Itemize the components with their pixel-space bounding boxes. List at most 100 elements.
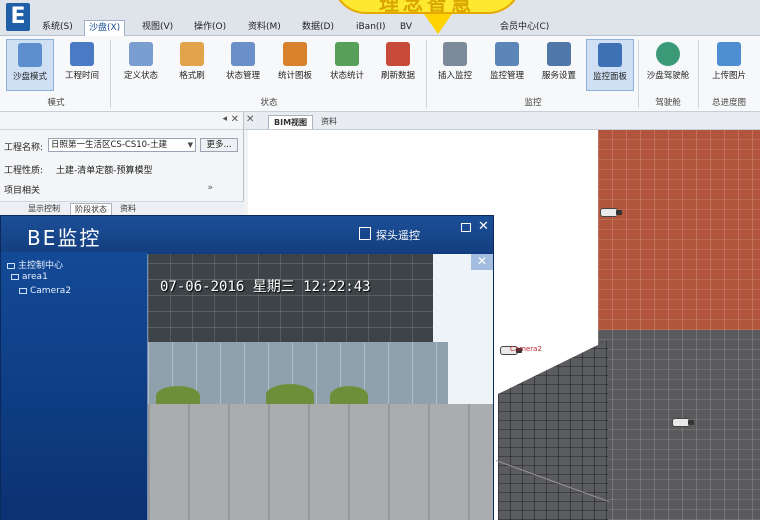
status-stats-icon <box>335 42 359 66</box>
format-brush-button[interactable]: 格式刷 <box>170 39 214 91</box>
group-label-cockpit: 驾驶舱 <box>655 98 681 108</box>
upload-image-label: 上传图片 <box>711 71 746 81</box>
pin-icon[interactable]: ◂ <box>222 114 227 124</box>
tab-stage-status[interactable]: 阶段状态 <box>70 203 112 215</box>
group-label-status: 状态 <box>260 98 278 108</box>
project-time-label: 工程时间 <box>64 71 99 81</box>
menu-tab-material[interactable]: 资料(M) <box>244 20 285 36</box>
service-settings-icon <box>547 42 571 66</box>
video-building <box>148 254 433 344</box>
folder-icon <box>11 273 19 280</box>
status-manage-icon <box>231 42 255 66</box>
more-button[interactable]: 更多... <box>200 138 238 152</box>
group-separator <box>426 40 427 108</box>
menu-tab-system[interactable]: 系统(S) <box>38 20 77 36</box>
stats-board-icon <box>283 42 307 66</box>
insert-camera-button[interactable]: 插入监控 <box>432 39 478 91</box>
upload-image-icon <box>717 42 741 66</box>
app-logo[interactable]: E <box>6 3 30 31</box>
tree-item-area1[interactable]: area1 <box>11 272 48 282</box>
insert-camera-label: 插入监控 <box>437 71 472 81</box>
close-icon[interactable]: ✕ <box>246 114 254 125</box>
tree-item-camera2[interactable]: Camera2 <box>19 286 71 296</box>
status-manage-label: 状态管理 <box>225 71 260 81</box>
menu-tab-sandbox[interactable]: 沙盘(X) <box>84 20 126 36</box>
tab-bim-view[interactable]: BIM视图 <box>268 115 314 129</box>
building-podium-grid <box>498 340 608 520</box>
video-timestamp: 07-06-2016 星期三 12:22:43 <box>160 279 371 295</box>
view-tabs: ✕ BIM视图 资料 <box>244 112 760 130</box>
collapse-icon[interactable]: » <box>207 183 213 193</box>
service-settings-label: 服务设置 <box>541 71 576 81</box>
remote-control-icon <box>359 227 371 240</box>
cockpit-icon <box>656 42 680 66</box>
calendar-icon <box>70 42 94 66</box>
menu-tab-member[interactable]: 会员中心(C) <box>496 20 553 36</box>
building-facade-grid <box>598 130 760 520</box>
menu-tab-data[interactable]: 数据(D) <box>298 20 338 36</box>
video-trees <box>148 382 388 406</box>
define-status-label: 定义状态 <box>123 71 158 81</box>
menu-tab-operation[interactable]: 操作(O) <box>190 20 230 36</box>
tree-item-control-center[interactable]: 主控制中心 <box>7 258 63 271</box>
status-stats-label: 状态统计 <box>329 71 364 81</box>
monitor-title[interactable]: 探头遥控 <box>376 227 420 243</box>
camera-marker-icon[interactable] <box>600 206 622 220</box>
group-separator <box>698 40 699 108</box>
status-manage-button[interactable]: 状态管理 <box>220 39 266 91</box>
menu-tab-bv[interactable]: BV <box>396 20 416 36</box>
ribbon: 沙盘模式 工程时间 定义状态 格式刷 状态管理 统计图板 状态统计 刷新数据 插… <box>0 36 760 112</box>
define-status-button[interactable]: 定义状态 <box>118 39 164 91</box>
define-status-icon <box>129 42 153 66</box>
format-brush-label: 格式刷 <box>179 71 205 81</box>
refresh-data-icon <box>386 42 410 66</box>
stats-board-label: 统计图板 <box>277 71 312 81</box>
stats-board-button[interactable]: 统计图板 <box>272 39 318 91</box>
refresh-data-button[interactable]: 刷新数据 <box>376 39 420 91</box>
sandbox-mode-button[interactable]: 沙盘模式 <box>6 39 54 91</box>
tab-display-control[interactable]: 显示控制 <box>24 203 64 214</box>
close-icon[interactable]: ✕ <box>478 219 489 234</box>
refresh-data-label: 刷新数据 <box>380 71 415 81</box>
tab-view-material[interactable]: 资料 <box>316 115 342 128</box>
monitor-logo: BE监控 <box>27 226 102 250</box>
project-name-select[interactable]: 日照第一生活区CS-CS10-土建 ▼ <box>48 138 196 152</box>
promo-arrow <box>424 14 452 34</box>
cockpit-button[interactable]: 沙盘驾驶舱 <box>642 39 694 91</box>
sandbox-mode-label: 沙盘模式 <box>12 72 47 82</box>
camera-label: Camera2 <box>510 345 542 353</box>
status-stats-button[interactable]: 状态统计 <box>324 39 370 91</box>
group-label-monitor: 监控 <box>524 98 542 108</box>
left-panel-tabs: 显示控制 阶段状态 资料 <box>0 201 244 215</box>
monitor-panel-button[interactable]: 监控面板 <box>586 39 634 91</box>
monitor-panel-label: 监控面板 <box>592 72 627 82</box>
menu-tab-iban[interactable]: iBan(I) <box>352 20 390 36</box>
service-settings-button[interactable]: 服务设置 <box>536 39 582 91</box>
camera-marker-icon[interactable] <box>672 416 694 430</box>
project-related-label[interactable]: 项目相关 <box>4 183 40 196</box>
format-brush-icon <box>180 42 204 66</box>
group-label-mode: 模式 <box>47 98 65 108</box>
insert-camera-icon <box>443 42 467 66</box>
upload-image-button[interactable]: 上传图片 <box>704 39 754 91</box>
monitor-window-header: BE监控 探头遥控 ✕ <box>1 216 493 252</box>
project-type-label: 工程性质: <box>4 166 44 176</box>
camera-manage-icon <box>495 42 519 66</box>
close-icon[interactable]: ✕ <box>231 114 239 125</box>
group-separator <box>110 40 111 108</box>
tab-material[interactable]: 资料 <box>116 203 140 214</box>
close-icon[interactable]: ✕ <box>471 254 493 270</box>
maximize-icon[interactable] <box>461 223 471 232</box>
monitor-window: BE监控 探头遥控 ✕ 主控制中心 area1 Camera2 07-06-20… <box>0 215 494 520</box>
menu-tab-view[interactable]: 视图(V) <box>138 20 177 36</box>
camera-video-feed[interactable]: 07-06-2016 星期三 12:22:43 ✕ <box>147 254 493 520</box>
project-name-value: 日照第一生活区CS-CS10-土建 <box>51 140 168 150</box>
group-separator <box>638 40 639 108</box>
camera-tree: 主控制中心 area1 Camera2 <box>1 252 147 520</box>
chevron-down-icon: ▼ <box>187 141 193 149</box>
camera-manage-button[interactable]: 监控管理 <box>484 39 530 91</box>
camera-icon <box>19 287 27 294</box>
group-label-progress: 总进度图 <box>711 98 746 108</box>
project-time-button[interactable]: 工程时间 <box>58 39 106 91</box>
video-wall <box>148 404 493 520</box>
